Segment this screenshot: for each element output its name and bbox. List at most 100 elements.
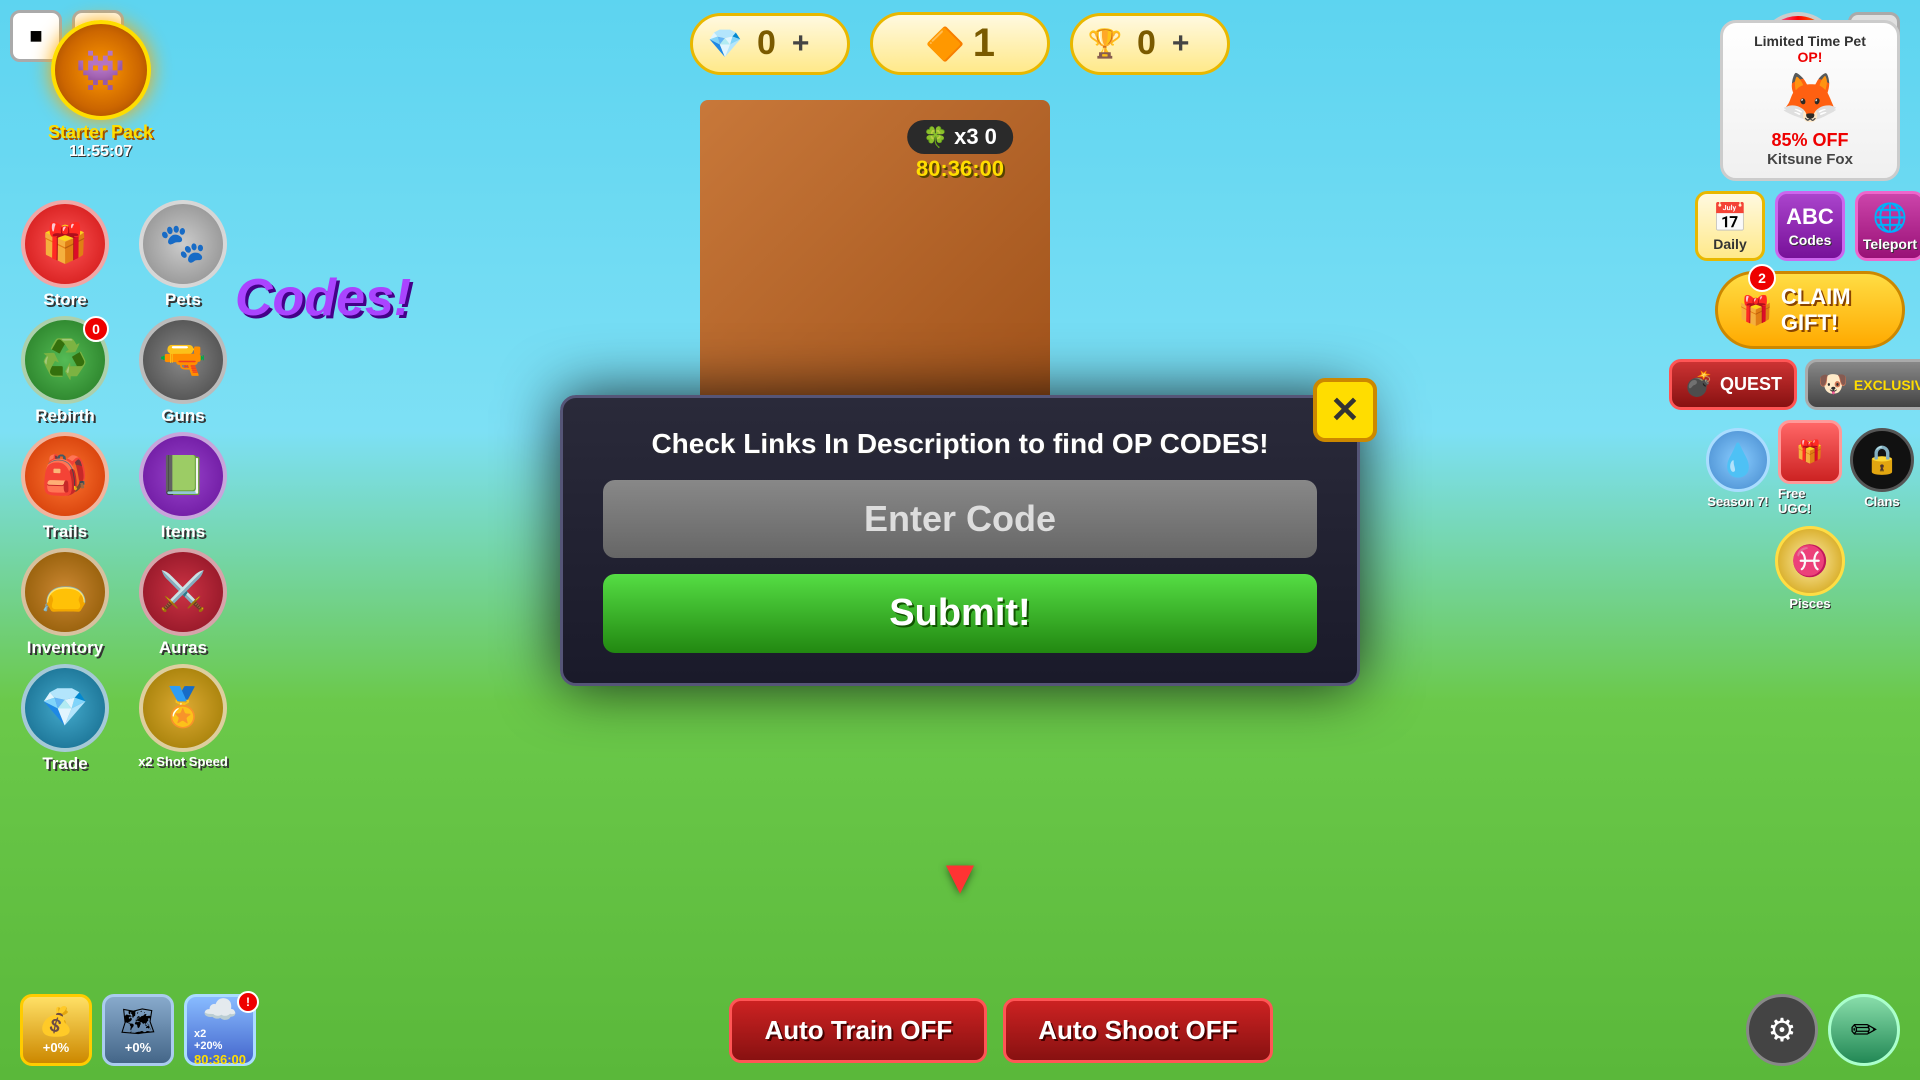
modal-close-button[interactable]: ✕ [1313, 378, 1377, 442]
trails-label: Trails [43, 522, 87, 542]
multiplier-text: x3 [954, 124, 978, 150]
pencil-button[interactable]: ✏ [1828, 994, 1900, 1066]
teleport-label: Teleport [1863, 236, 1917, 252]
code-input[interactable] [603, 480, 1317, 558]
right-sidebar: Limited Time Pet OP! 🦊 85% OFF Kitsune F… [1710, 20, 1910, 611]
arrow-pointer: ▼ [936, 850, 984, 905]
exclusive-label: EXCLUSIVE! [1854, 377, 1920, 393]
score-value: 0 [985, 124, 997, 150]
gift-icon: 🎁 [1738, 294, 1773, 327]
boost-button[interactable]: ! ☁️ x2 +20% 80:36:00 [184, 994, 256, 1066]
starter-pack-label: Starter Pack [48, 122, 153, 143]
bottom-bar: 💰 +0% 🗺 +0% ! ☁️ x2 +20% 80:36:00 Auto T… [0, 980, 1920, 1080]
settings-button[interactable]: ⚙ [1746, 994, 1818, 1066]
sidebar-item-trails[interactable]: 🎒 Trails [10, 432, 120, 542]
sidebar-item-auras[interactable]: ⚔️ Auras [128, 548, 238, 658]
gems-value: 0 [757, 24, 776, 63]
submit-button[interactable]: Submit! [603, 574, 1317, 653]
rebirth-badge: 0 [83, 316, 109, 342]
gold-plus: +0% [43, 1040, 69, 1055]
auras-icon: ⚔️ [139, 548, 227, 636]
clover-icon: 🍀 [923, 125, 948, 150]
codes-button[interactable]: ABC Codes [1775, 191, 1845, 261]
trophies-plus-button[interactable]: + [1172, 27, 1190, 61]
items-icon: 📗 [139, 432, 227, 520]
trophies-value: 0 [1137, 24, 1156, 63]
season-icon: 💧 [1706, 428, 1770, 492]
season-label: Season 7! [1707, 494, 1768, 509]
quest-button[interactable]: 💣 QUEST [1669, 359, 1797, 410]
map-icon: 🗺 [120, 1005, 156, 1038]
ammo-display: 🔶 1 [870, 12, 1050, 75]
rebirth-icon: ♻️ 0 [21, 316, 109, 404]
pisces-icon: ♓ [1775, 526, 1845, 596]
trophies-display: 🏆 0 + [1070, 13, 1230, 75]
codes-icon: ABC [1786, 204, 1834, 230]
sidebar-row-3: 🎒 Trails 📗 Items [10, 432, 238, 542]
score-bar: 🍀 x3 0 80:36:00 [907, 120, 1013, 182]
sidebar-row-1: 🎁 Store 🐾 Pets [10, 200, 238, 310]
teleport-icon: 🌐 [1873, 201, 1908, 234]
discount-label: 85% OFF [1771, 130, 1848, 151]
sidebar-item-items[interactable]: 📗 Items [128, 432, 238, 542]
ammo-icon: 🔶 [925, 25, 965, 63]
gold-icon: 💰 [39, 1005, 74, 1038]
boost-icon: ☁️ [203, 993, 238, 1026]
rebirth-label: Rebirth [35, 406, 95, 426]
limited-pet-op: OP! [1798, 49, 1823, 65]
sidebar-item-rebirth[interactable]: ♻️ 0 Rebirth [10, 316, 120, 426]
freeugc-button[interactable]: 🎁 Free UGC! [1778, 420, 1842, 516]
boost-badge: ! [237, 991, 259, 1013]
daily-button[interactable]: 📅 Daily [1695, 191, 1765, 261]
teleport-button[interactable]: 🌐 Teleport [1855, 191, 1920, 261]
top-hud: 💎 0 + 🔶 1 🏆 0 + [0, 12, 1920, 75]
auras-label: Auras [159, 638, 207, 658]
sidebar-item-trade[interactable]: 💎 Trade [10, 664, 120, 774]
quest-label: QUEST [1720, 374, 1782, 395]
right-bottom-row: 💧 Season 7! 🎁 Free UGC! 🔒 Clans [1706, 420, 1914, 516]
clans-button[interactable]: 🔒 Clans [1850, 428, 1914, 509]
left-sidebar: 🎁 Store 🐾 Pets ♻️ 0 Rebirth 🔫 Guns 🎒 Tra… [10, 200, 238, 774]
gems-display: 💎 0 + [690, 13, 850, 75]
daily-label: Daily [1713, 236, 1746, 252]
pisces-button[interactable]: ♓ Pisces [1775, 526, 1845, 611]
gems-plus-button[interactable]: + [792, 27, 810, 61]
clans-label: Clans [1864, 494, 1899, 509]
inventory-icon: 👝 [21, 548, 109, 636]
claim-gift-button[interactable]: 2 🎁 CLAIM GIFT! [1715, 271, 1905, 349]
gold-button[interactable]: 💰 +0% [20, 994, 92, 1066]
shot-speed-icon: 🏅 [139, 664, 227, 752]
boost-multiplier: x2 [194, 1028, 246, 1040]
auto-shoot-button[interactable]: Auto Shoot OFF [1003, 998, 1272, 1063]
trade-icon: 💎 [21, 664, 109, 752]
countdown-timer: 80:36:00 [916, 156, 1004, 182]
store-label: Store [43, 290, 86, 310]
codes-label: Codes [1789, 232, 1832, 248]
trade-label: Trade [42, 754, 87, 774]
sidebar-item-inventory[interactable]: 👝 Inventory [10, 548, 120, 658]
pet-name: Kitsune Fox [1767, 151, 1853, 168]
bomb-icon: 💣 [1684, 370, 1714, 399]
exclusive-pet-icon: 🐶 [1818, 370, 1848, 399]
exclusive-button[interactable]: 🐶 EXCLUSIVE! [1805, 359, 1920, 410]
sidebar-item-pets[interactable]: 🐾 Pets [128, 200, 238, 310]
boost-plus: +20% [194, 1040, 246, 1052]
trails-icon: 🎒 [21, 432, 109, 520]
sidebar-row-4: 👝 Inventory ⚔️ Auras [10, 548, 238, 658]
sidebar-item-shot-speed[interactable]: 🏅 x2 Shot Speed [128, 664, 238, 774]
limited-pet-box[interactable]: Limited Time Pet OP! 🦊 85% OFF Kitsune F… [1720, 20, 1900, 181]
claim-gift-label: CLAIM GIFT! [1781, 284, 1882, 336]
boost-timer: 80:36:00 [194, 1052, 246, 1067]
auto-train-button[interactable]: Auto Train OFF [729, 998, 987, 1063]
gems-icon: 💎 [703, 22, 747, 66]
guns-icon: 🔫 [139, 316, 227, 404]
map-button[interactable]: 🗺 +0% [102, 994, 174, 1066]
season-button[interactable]: 💧 Season 7! [1706, 428, 1770, 509]
items-label: Items [161, 522, 205, 542]
right-icons-row: 📅 Daily ABC Codes 🌐 Teleport [1695, 191, 1920, 261]
calendar-icon: 📅 [1713, 201, 1748, 234]
map-plus: +0% [125, 1040, 151, 1055]
sidebar-item-store[interactable]: 🎁 Store [10, 200, 120, 310]
sidebar-item-guns[interactable]: 🔫 Guns [128, 316, 238, 426]
limited-pet-label: Limited Time Pet [1754, 33, 1866, 49]
